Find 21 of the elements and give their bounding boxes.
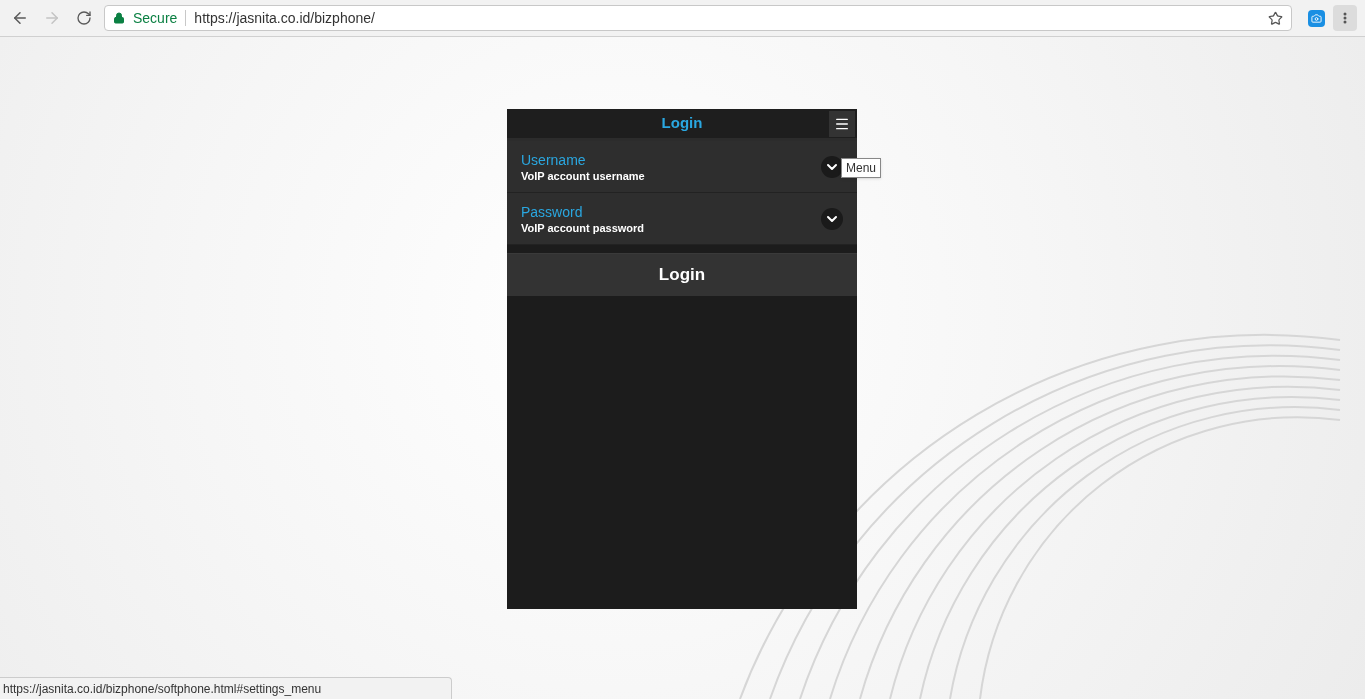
vertical-dots-icon bbox=[1343, 12, 1347, 24]
field-label: Username bbox=[521, 150, 587, 169]
field-label: Password bbox=[521, 202, 584, 221]
menu-button[interactable] bbox=[829, 111, 855, 137]
menu-icon bbox=[834, 116, 850, 132]
chevron-icon[interactable] bbox=[821, 207, 843, 230]
security-label: Secure bbox=[133, 8, 178, 28]
bookmark-star-icon[interactable] bbox=[1268, 10, 1283, 26]
field-description: VoIP account password bbox=[521, 220, 646, 235]
menu-tooltip: Menu bbox=[841, 158, 882, 178]
address-bar[interactable]: Secure https://jasnita.co.id/bizphone/ bbox=[104, 5, 1292, 31]
reload-icon bbox=[76, 10, 92, 26]
field-description: VoIP account username bbox=[521, 168, 646, 183]
login-button[interactable]: Login bbox=[507, 253, 857, 296]
url-text: https://jasnita.co.id/bizphone/ bbox=[194, 8, 375, 28]
chevron-icon[interactable] bbox=[821, 155, 843, 178]
extension-icon[interactable] bbox=[1308, 9, 1325, 27]
field-row[interactable]: Password VoIP account password bbox=[507, 193, 857, 245]
header-title: Login bbox=[661, 113, 703, 134]
lock-icon bbox=[113, 12, 125, 24]
forward-arrow-icon bbox=[43, 9, 61, 27]
